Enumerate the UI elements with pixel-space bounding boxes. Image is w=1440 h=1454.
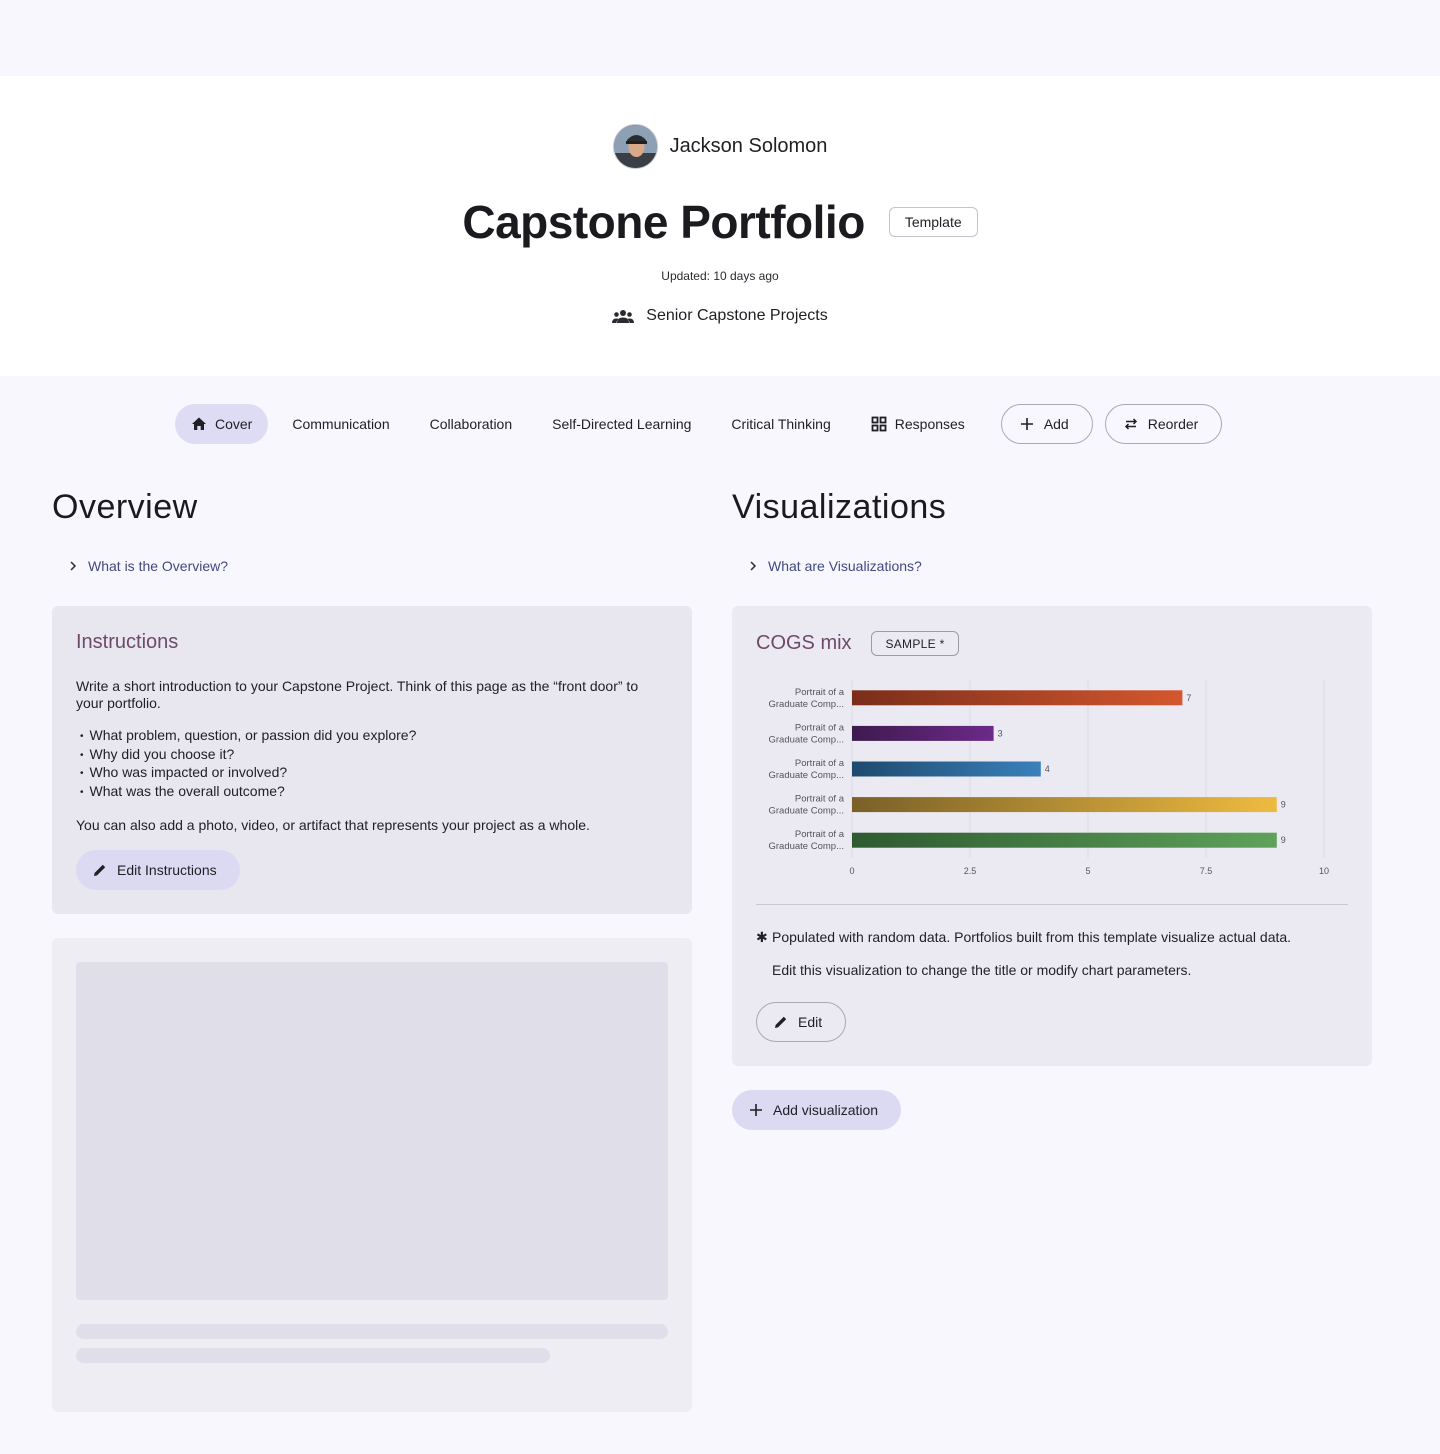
tab-communication[interactable]: Communication <box>276 404 405 444</box>
sample-data-note: ✱ Populated with random data. Portfolios … <box>756 929 1291 945</box>
cogs-mix-bar-chart: 7Portrait of aGraduate Comp...3Portrait … <box>768 680 1329 876</box>
tab-label: Critical Thinking <box>731 416 831 432</box>
sample-note-text: Populated with random data. Portfolios b… <box>772 929 1292 945</box>
bar-value-label: 7 <box>1186 693 1191 703</box>
author-name[interactable]: Jackson Solomon <box>670 135 828 158</box>
visualization-title: COGS mix <box>756 632 852 654</box>
visualizations-help-disclosure[interactable]: What are Visualizations? <box>748 558 922 574</box>
bar-value-label: 9 <box>1281 835 1286 845</box>
y-category-label: Graduate Comp... <box>768 770 844 781</box>
tab-label: Responses <box>894 416 965 432</box>
bar[interactable] <box>852 797 1277 813</box>
bar[interactable] <box>852 832 1277 848</box>
instructions-list: What problem, question, or passion did y… <box>76 727 666 801</box>
edit-instructions-label: Edit Instructions <box>117 862 217 878</box>
list-item: Who was impacted or involved? <box>76 764 666 783</box>
x-tick-label: 5 <box>1085 866 1090 876</box>
updated-timestamp: Updated: 10 days ago <box>661 269 779 283</box>
plus-icon <box>1020 418 1033 430</box>
pencil-icon <box>94 864 106 876</box>
instructions-title: Instructions <box>76 631 179 653</box>
bar-value-label: 3 <box>998 728 1003 738</box>
y-category-label: Graduate Comp... <box>768 806 844 817</box>
tab-collaboration[interactable]: Collaboration <box>414 404 529 444</box>
author-row: Jackson Solomon <box>0 124 1440 169</box>
bar[interactable] <box>852 761 1041 777</box>
edit-hint-text: Edit this visualization to change the ti… <box>772 962 1192 978</box>
grid-icon <box>871 416 887 432</box>
edit-visualization-button[interactable]: Edit <box>756 1002 847 1042</box>
instructions-intro: Write a short introduction to your Capst… <box>76 678 639 711</box>
asterisk-icon: ✱ <box>756 929 768 945</box>
overview-help-label: What is the Overview? <box>88 558 229 574</box>
cover-media-placeholder <box>52 938 692 1412</box>
reorder-tabs-button[interactable]: Reorder <box>1104 404 1223 444</box>
page-title: Capstone Portfolio <box>462 196 865 248</box>
visualization-card: COGS mix SAMPLE * 7 Portrait of a Graduate… <box>732 606 1372 1066</box>
placeholder-line <box>76 1324 668 1339</box>
visualizations-heading: Visualizations <box>732 488 947 526</box>
pencil-icon <box>775 1016 787 1028</box>
x-tick-label: 10 <box>1319 866 1329 876</box>
add-visualization-label: Add visualization <box>773 1102 879 1118</box>
reorder-tabs-label: Reorder <box>1147 416 1199 432</box>
y-category-label: Portrait of a <box>795 722 845 733</box>
y-category-label: Portrait of a <box>795 829 845 840</box>
author-avatar[interactable] <box>612 124 658 169</box>
user-photo-avatar-icon <box>613 125 657 168</box>
tab-label: Cover <box>215 416 253 432</box>
y-category-label: Graduate Comp... <box>768 734 844 745</box>
y-category-label: Portrait of a <box>795 687 845 698</box>
tab-label: Self-Directed Learning <box>552 416 692 432</box>
tab-cover[interactable]: Cover <box>175 404 269 444</box>
bar[interactable] <box>852 725 994 741</box>
template-badge: Template <box>888 207 978 237</box>
x-tick-label: 0 <box>849 866 854 876</box>
edit-instructions-button[interactable]: Edit Instructions <box>76 850 240 890</box>
edit-visualization-label: Edit <box>798 1014 823 1030</box>
swap-icon <box>1124 418 1137 430</box>
add-tab-label: Add <box>1043 416 1069 432</box>
y-category-label: Graduate Comp... <box>768 699 844 710</box>
sample-badge: SAMPLE * <box>871 631 959 656</box>
bar[interactable] <box>852 690 1183 706</box>
list-item: What was the overall outcome? <box>76 783 666 802</box>
instructions-body: Write a short introduction to your Capst… <box>76 678 666 850</box>
list-item: What problem, question, or passion did y… <box>76 727 666 746</box>
tab-label: Collaboration <box>429 416 513 432</box>
visualizations-help-label: What are Visualizations? <box>768 558 922 574</box>
instructions-card: Instructions Write a short introduction … <box>52 606 692 914</box>
divider <box>756 904 1348 905</box>
placeholder-media-block <box>76 962 668 1300</box>
chevron-right-icon <box>750 561 757 571</box>
add-tab-button[interactable]: Add <box>1000 404 1093 444</box>
bar-value-label: 4 <box>1045 764 1050 774</box>
y-category-label: Portrait of a <box>795 794 845 805</box>
x-tick-label: 7.5 <box>1200 866 1213 876</box>
group-icon <box>612 310 635 323</box>
bar-value-label: 9 <box>1281 800 1286 810</box>
placeholder-line <box>76 1348 550 1363</box>
tab-responses[interactable]: Responses <box>855 404 981 444</box>
tab-self-directed-learning[interactable]: Self-Directed Learning <box>536 404 707 444</box>
instructions-outro: You can also add a photo, video, or arti… <box>76 817 590 833</box>
y-category-label: Portrait of a <box>795 758 845 769</box>
section-tabs: Cover Communication Collaboration Self-D… <box>175 404 1223 444</box>
home-icon <box>192 417 206 430</box>
group-name: Senior Capstone Projects <box>646 307 828 324</box>
overview-heading: Overview <box>52 488 198 526</box>
y-category-label: Graduate Comp... <box>768 841 844 852</box>
x-tick-label: 2.5 <box>964 866 977 876</box>
tab-label: Communication <box>292 416 390 432</box>
overview-help-disclosure[interactable]: What is the Overview? <box>68 558 228 574</box>
list-item: Why did you choose it? <box>76 746 666 765</box>
plus-icon <box>750 1104 762 1116</box>
portfolio-header: Jackson Solomon Capstone Portfolio Templ… <box>0 76 1440 376</box>
title-row: Capstone Portfolio Template <box>0 194 1440 250</box>
add-visualization-button[interactable]: Add visualization <box>732 1090 902 1130</box>
chevron-right-icon <box>70 561 77 571</box>
tab-critical-thinking[interactable]: Critical Thinking <box>715 404 846 444</box>
group-link[interactable]: Senior Capstone Projects <box>0 307 1440 325</box>
